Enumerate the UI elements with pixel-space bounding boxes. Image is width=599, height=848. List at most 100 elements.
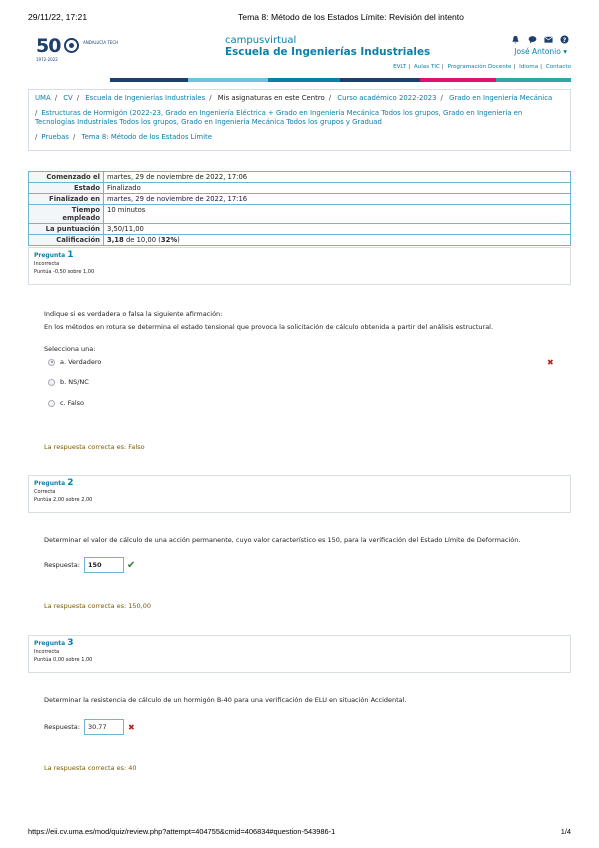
site-header: 50 1972-2022 ANDALUCÍA TECH campusvirtua… (32, 34, 571, 64)
breadcrumb: UMA / CV / Escuela de Ingenierías Industri… (28, 89, 571, 151)
logo-caption: ANDALUCÍA TECH (83, 40, 119, 45)
question-3-info: Pregunta 3 Incorrecta Puntúa 0,00 sobre … (28, 635, 571, 673)
chat-icon[interactable] (528, 35, 537, 44)
breadcrumb-academic-year[interactable]: Curso académico 2022-2023 (337, 94, 436, 102)
summary-value: martes, 29 de noviembre de 2022, 17:06 (103, 171, 571, 183)
breadcrumb-cv[interactable]: CV (63, 94, 73, 102)
question-1-prompt: Indique si es verdadera o falsa la sigui… (44, 310, 223, 318)
summary-key: Finalizado en (28, 193, 104, 205)
brand-campusvirtual: campusvirtual (225, 35, 297, 46)
question-1-feedback: La respuesta correcta es: Falso (44, 443, 145, 451)
link-contacto[interactable]: Contacto (546, 64, 571, 70)
option-label: a. Verdadero (60, 358, 102, 366)
breadcrumb-line-3: / Pruebas / Tema 8: Método de los Estados … (35, 133, 212, 141)
radio-button[interactable] (48, 358, 55, 366)
question-state: Incorrecta (34, 261, 60, 267)
top-links: EVLT | Aulas TIC | Programación Docente | I… (393, 64, 571, 70)
attempt-summary-table: Comenzado el martes, 29 de noviembre de 2… (28, 171, 571, 246)
question-2-answer-row: Respuesta: 150 ✔ (44, 557, 135, 573)
question-label: Pregunta (34, 640, 66, 647)
link-aulas-tic[interactable]: Aulas TIC (414, 64, 440, 70)
question-3-prompt: Determinar la resistencia de cálculo de … (44, 696, 407, 704)
user-menu: ? José Antonio ▾ (491, 34, 571, 64)
summary-key: Calificación (28, 234, 104, 246)
summary-key: La puntuación (28, 223, 104, 235)
breadcrumb-uma[interactable]: UMA (35, 94, 51, 102)
link-programacion-docente[interactable]: Programación Docente (448, 64, 512, 70)
question-number: Pregunta 1 (34, 251, 565, 260)
color-segment (268, 78, 340, 82)
breadcrumb-school[interactable]: Escuela de Ingenierías Industriales (85, 94, 205, 102)
brand[interactable]: campusvirtual Escuela de Ingenierías Ind… (225, 35, 430, 58)
incorrect-icon: ✖ (127, 722, 135, 732)
answer-input[interactable]: 30.77 (83, 719, 124, 735)
summary-row: Estado Finalizado (28, 182, 571, 194)
grade-mid: de 10,00 ( (123, 236, 161, 244)
summary-row: Finalizado en martes, 29 de noviembre de … (28, 193, 571, 205)
question-state: Correcta (34, 489, 56, 495)
question-num: 1 (67, 250, 74, 260)
option-b[interactable]: b. NS/NC (48, 378, 89, 386)
logo-years: 1972-2022 (36, 57, 58, 62)
question-number: Pregunta 2 (34, 479, 565, 488)
color-segment (110, 78, 188, 82)
option-label: b. NS/NC (60, 378, 89, 386)
breadcrumb-quiz[interactable]: Tema 8: Método de los Estados Límite (82, 133, 212, 141)
summary-row: Tiempo empleado 10 minutos (28, 204, 571, 224)
user-name-dropdown[interactable]: José Antonio ▾ (514, 47, 567, 56)
option-a[interactable]: a. Verdadero (48, 358, 101, 366)
summary-row: Calificación 3,18 de 10,00 (32%) (28, 234, 571, 246)
summary-key: Estado (28, 182, 104, 194)
university-seal-icon[interactable] (64, 38, 79, 53)
option-label: c. Falso (60, 399, 85, 407)
question-3-feedback: La respuesta correcta es: 40 (44, 764, 137, 772)
footer-page: 1/4 (560, 827, 571, 836)
color-segment (340, 78, 420, 82)
link-idioma[interactable]: Idioma (519, 64, 538, 70)
summary-key: Tiempo empleado (28, 204, 104, 224)
breadcrumb-pruebas[interactable]: Pruebas (41, 133, 69, 141)
question-points: Puntúa 0,00 sobre 1,00 (34, 657, 93, 663)
question-state: Incorrecta (34, 649, 60, 655)
breadcrumb-my-courses: Mis asignaturas en este Centro (217, 94, 325, 102)
grade-end: ) (177, 236, 180, 244)
breadcrumb-line-2: / Estructuras de Hormigón (2022-23, Grado… (35, 109, 523, 126)
decorative-color-bar (110, 78, 571, 82)
question-label: Pregunta (34, 480, 66, 487)
link-evlt[interactable]: EVLT (393, 64, 406, 70)
question-points: Puntúa -0,50 sobre 1,00 (34, 269, 95, 275)
color-segment (420, 78, 496, 82)
answer-label: Respuesta: (44, 723, 80, 731)
print-header: 29/11/22, 17:21 Tema 8: Método de los Es… (28, 12, 571, 24)
grade-percent: 32% (160, 236, 178, 244)
option-c[interactable]: c. Falso (48, 399, 84, 407)
breadcrumb-course[interactable]: Estructuras de Hormigón (2022-23, Grado … (35, 109, 522, 126)
summary-row: La puntuación 3,50/11,00 (28, 223, 571, 235)
footer-url: https://eii.cv.uma.es/mod/quiz/review.ph… (28, 827, 336, 836)
help-icon[interactable]: ? (560, 35, 569, 44)
question-2-prompt: Determinar el valor de cálculo de una ac… (44, 536, 521, 544)
incorrect-icon: ✖ (547, 358, 554, 367)
svg-text:?: ? (563, 37, 567, 44)
question-2-info: Pregunta 2 Correcta Puntúa 2,00 sobre 2,… (28, 475, 571, 513)
summary-value: 3,50/11,00 (103, 223, 571, 235)
question-num: 3 (67, 638, 74, 648)
print-footer: https://eii.cv.uma.es/mod/quiz/review.ph… (28, 827, 571, 836)
question-number: Pregunta 3 (34, 639, 565, 648)
brand-school: Escuela de Ingenierías Industriales (225, 46, 431, 58)
summary-key: Comenzado el (28, 171, 104, 183)
color-segment (496, 78, 571, 82)
radio-button[interactable] (48, 399, 55, 407)
mail-icon[interactable] (544, 35, 553, 44)
question-1-info: Pregunta 1 Incorrecta Puntúa -0,50 sobre… (28, 247, 571, 285)
breadcrumb-degree[interactable]: Grado en Ingeniería Mecánica (449, 94, 552, 102)
summary-value: Finalizado (103, 182, 571, 194)
print-date: 29/11/22, 17:21 (28, 12, 88, 22)
question-1-statement: En los métodos en rotura se determina el… (44, 323, 494, 331)
bell-icon[interactable] (511, 35, 520, 44)
anniversary-logo[interactable]: 50 1972-2022 (36, 36, 61, 62)
radio-button[interactable] (48, 378, 55, 386)
correct-icon: ✔ (126, 559, 136, 571)
breadcrumb-line-1: UMA / CV / Escuela de Ingenierías Industri… (35, 94, 553, 102)
answer-input[interactable]: 150 (83, 557, 124, 573)
